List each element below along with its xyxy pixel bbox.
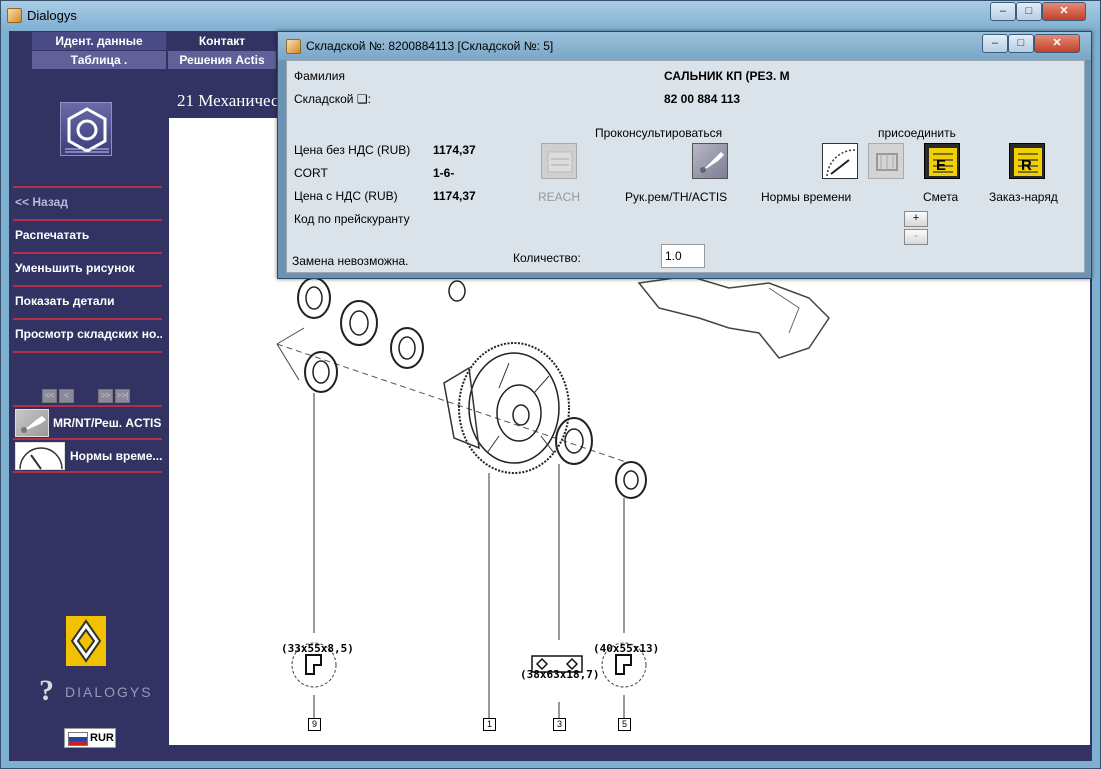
estimate-label: Смета — [923, 190, 959, 204]
menu-separator — [13, 405, 162, 407]
stock-number-value: 82 00 884 113 — [664, 92, 741, 106]
quantity-label: Количество: — [513, 251, 581, 265]
menu-separator — [13, 471, 162, 473]
menu-separator — [13, 351, 162, 353]
tab-ident-data[interactable]: Идент. данные — [32, 32, 166, 50]
java-app-icon — [286, 39, 301, 54]
minimize-button[interactable]: – — [990, 2, 1016, 21]
part-number-5[interactable]: 5 — [618, 718, 631, 731]
svg-text:E: E — [936, 157, 946, 174]
price-vat-label: Цена с НДС (RUB) — [294, 189, 398, 203]
show-details-menu-item[interactable]: Показать детали — [15, 294, 162, 308]
price-code-label: Код по прейскуранту — [294, 212, 410, 226]
price-vat-value: 1174,37 — [433, 189, 476, 203]
dialog-maximize-button[interactable]: □ — [1008, 34, 1034, 53]
repair-manual-wrench-icon[interactable] — [692, 143, 728, 179]
reach-label: REACH — [538, 190, 581, 204]
gauge-icon — [15, 442, 65, 470]
cort-value: 1-6- — [433, 166, 455, 180]
view-stock-numbers-menu-item[interactable]: Просмотр складских но... — [15, 327, 162, 341]
part-9-dimensions: (33x55x8,5) — [281, 642, 354, 655]
replacement-status: Замена невозможна. — [292, 254, 409, 268]
maximize-button[interactable]: □ — [1016, 2, 1042, 21]
time-norms-tool-item[interactable]: Нормы време... — [14, 441, 162, 471]
work-order-icon[interactable]: R — [1009, 143, 1045, 179]
renault-logo-icon — [66, 616, 106, 666]
first-page-button[interactable]: << — [42, 389, 57, 403]
reach-icon — [541, 143, 577, 179]
actis-tool-label: MR/NT/Реш. ACTIS — [53, 416, 162, 430]
main-window: Dialogys – □ ✕ Идент. данные Контакт Таб… — [0, 0, 1101, 769]
last-page-button[interactable]: >>| — [115, 389, 130, 403]
menu-separator — [13, 186, 162, 188]
currency-selector[interactable]: RUR — [64, 728, 116, 748]
window-title: Dialogys — [27, 8, 77, 23]
attach-header: присоединить — [878, 126, 956, 140]
surname-label: Фамилия — [294, 69, 345, 83]
section-headline: 21 Механичес — [177, 91, 279, 110]
svg-text:R: R — [1021, 157, 1032, 174]
tab-contact[interactable]: Контакт — [168, 32, 276, 50]
close-button[interactable]: ✕ — [1042, 2, 1086, 21]
tab-actis[interactable]: Решения Actis — [168, 51, 276, 69]
consult-header: Проконсультироваться — [595, 126, 723, 140]
wrench-icon — [15, 409, 49, 437]
dialog-close-button[interactable]: ✕ — [1034, 34, 1080, 53]
dialogys-logo: ? DIALOGYS — [39, 674, 151, 707]
part-number-1[interactable]: 1 — [483, 718, 496, 731]
menu-separator — [13, 252, 162, 254]
part-number-3[interactable]: 3 — [553, 718, 566, 731]
nut-logo-icon — [60, 102, 112, 156]
cort-label: CORT — [294, 166, 328, 180]
menu-separator — [13, 219, 162, 221]
zoom-out-menu-item[interactable]: Уменьшить рисунок — [15, 261, 162, 275]
brand-text: DIALOGYS — [65, 684, 153, 700]
currency-label: RUR — [90, 732, 114, 744]
price-no-vat-label: Цена без НДС (RUB) — [294, 143, 411, 157]
menu-separator — [13, 285, 162, 287]
next-page-button[interactable]: >> — [98, 389, 113, 403]
menu-separator — [13, 438, 162, 440]
work-order-label: Заказ-наряд — [989, 190, 1058, 204]
part-3-dimensions: (38x63x18,7) — [520, 668, 600, 681]
print-menu-item[interactable]: Распечатать — [15, 228, 162, 242]
part-number-9[interactable]: 9 — [308, 718, 321, 731]
part-5-dimensions: (40x55x13) — [593, 642, 660, 655]
parts-disabled-icon — [868, 143, 904, 179]
repair-manual-label: Рук.рем/ТН/ACTIS — [625, 190, 728, 204]
quantity-decrease-button[interactable]: - — [904, 229, 928, 245]
price-no-vat-value: 1174,37 — [433, 143, 476, 157]
tab-table[interactable]: Таблица . — [32, 51, 166, 69]
dialog-title-bar[interactable]: Складской №: 8200884113 [Складской №: 5]… — [278, 32, 1091, 60]
surname-value: САЛЬНИК КП (РЕЗ. М — [664, 69, 790, 83]
main-title-bar[interactable]: Dialogys – □ ✕ — [1, 1, 1100, 31]
time-norms-gauge-icon[interactable] — [822, 143, 858, 179]
question-mark-icon: ? — [39, 674, 54, 707]
prev-page-button[interactable]: < — [59, 389, 74, 403]
time-norms-tool-label: Нормы време... — [70, 449, 163, 463]
russia-flag-icon — [68, 732, 88, 746]
quantity-input[interactable] — [661, 244, 705, 268]
menu-separator — [13, 318, 162, 320]
estimate-icon[interactable]: E — [924, 143, 960, 179]
java-app-icon — [7, 8, 22, 23]
part-details-dialog: Складской №: 8200884113 [Складской №: 5]… — [277, 31, 1092, 279]
stock-number-label: Складской ❑: — [294, 92, 371, 106]
dialog-body: Фамилия САЛЬНИК КП (РЕЗ. М Складской ❑: … — [286, 60, 1085, 273]
back-menu-item[interactable]: << Назад — [15, 195, 162, 209]
actis-tool-item[interactable]: MR/NT/Реш. ACTIS — [14, 408, 162, 438]
dialog-minimize-button[interactable]: – — [982, 34, 1008, 53]
dialog-title: Складской №: 8200884113 [Складской №: 5] — [306, 39, 554, 53]
quantity-increase-button[interactable]: + — [904, 211, 928, 227]
time-norms-label: Нормы времени — [761, 190, 852, 204]
